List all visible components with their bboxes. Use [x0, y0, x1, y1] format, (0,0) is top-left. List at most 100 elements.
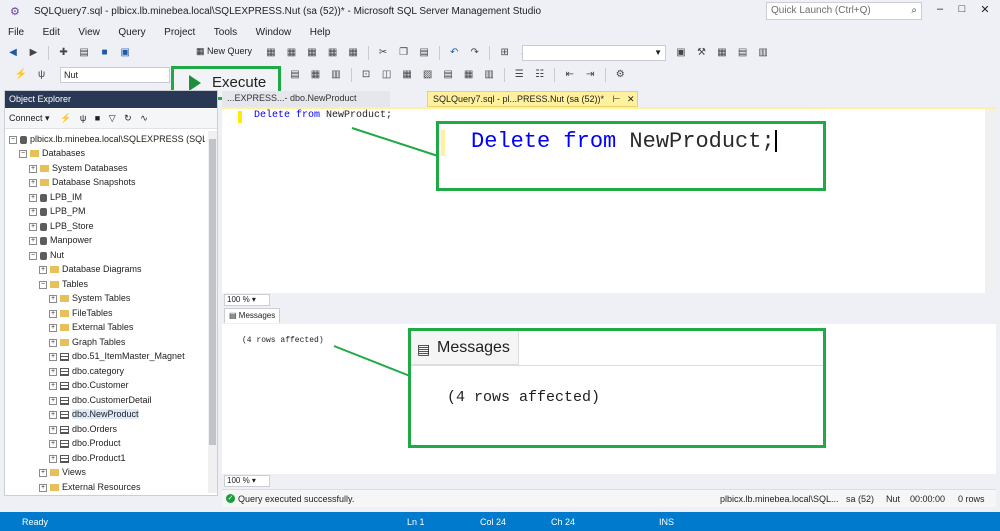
expand-icon[interactable]: +: [49, 439, 57, 448]
expand-icon[interactable]: +: [49, 396, 57, 405]
decrease-indent-icon[interactable]: ⇤: [563, 68, 577, 82]
expand-icon[interactable]: +: [49, 367, 57, 376]
cut-icon[interactable]: ✂: [376, 46, 390, 60]
results-to-text-icon[interactable]: ▤: [288, 68, 302, 82]
database-dropdown[interactable]: Nut: [60, 67, 170, 83]
new-project-icon[interactable]: ✚: [57, 46, 71, 60]
save-all-icon[interactable]: ▣: [118, 46, 132, 60]
tree-node-nut[interactable]: − Nut: [29, 248, 64, 262]
tab-sqlquery7[interactable]: SQLQuery7.sql - pl...PRESS.Nut (sa (52))…: [427, 91, 638, 107]
collapse-icon[interactable]: −: [19, 149, 27, 158]
expand-icon[interactable]: +: [49, 454, 57, 463]
results-file-icon[interactable]: ▥: [482, 68, 496, 82]
tree-node-server[interactable]: − plbicx.lb.minebea.local\SQLEXPRESS (SQL: [9, 132, 205, 146]
wrench-icon[interactable]: ⚒: [695, 46, 709, 60]
menu-tools[interactable]: Tools: [206, 24, 245, 38]
intellisense-icon[interactable]: ◫: [380, 68, 394, 82]
tree-node-table[interactable]: + dbo.Product: [49, 436, 121, 450]
save-icon[interactable]: ■: [98, 46, 112, 60]
menu-file[interactable]: File: [0, 24, 32, 38]
comment-icon[interactable]: ☰: [512, 68, 526, 82]
stop-icon[interactable]: ■: [95, 113, 100, 123]
expand-icon[interactable]: +: [49, 294, 57, 303]
disconnect-icon[interactable]: ψ: [35, 68, 49, 82]
menu-help[interactable]: Help: [302, 24, 339, 38]
results-zoom-dropdown[interactable]: 100 % ▾: [224, 475, 270, 487]
expand-icon[interactable]: +: [49, 425, 57, 434]
registered-servers-icon[interactable]: ▤: [736, 46, 750, 60]
template-explorer-icon[interactable]: ▥: [756, 46, 770, 60]
connect-icon[interactable]: ⚡: [60, 113, 71, 123]
forward-icon[interactable]: ▶: [27, 46, 41, 60]
tree-node-system-databases[interactable]: + System Databases: [29, 161, 128, 175]
copy-icon[interactable]: ❐: [397, 46, 411, 60]
disconnect-icon[interactable]: ψ: [80, 113, 86, 123]
client-stats-icon[interactable]: ▧: [421, 68, 435, 82]
quick-launch-input[interactable]: Quick Launch (Ctrl+Q) ⌕: [766, 2, 922, 20]
filter-icon[interactable]: ▽: [109, 113, 116, 123]
tab-newproduct[interactable]: ...EXPRESS...- dbo.NewProduct: [222, 91, 390, 107]
dmx-query-icon[interactable]: ▦: [305, 46, 319, 60]
mdx-query-icon[interactable]: ▦: [285, 46, 299, 60]
undo-icon[interactable]: ↶: [447, 46, 461, 60]
minimize-button[interactable]: –: [930, 3, 950, 15]
menu-query[interactable]: Query: [110, 24, 153, 38]
activity-icon[interactable]: ∿: [140, 113, 148, 123]
object-explorer-scrollbar[interactable]: [208, 131, 217, 493]
collapse-icon[interactable]: −: [29, 251, 37, 260]
expand-icon[interactable]: +: [49, 338, 57, 347]
tree-node-manpower[interactable]: + Manpower: [29, 233, 92, 247]
expand-icon[interactable]: +: [29, 178, 37, 187]
collapse-icon[interactable]: −: [39, 280, 47, 289]
expand-icon[interactable]: +: [39, 265, 47, 274]
tree-node-lpb-im[interactable]: + LPB_IM: [29, 190, 82, 204]
expand-icon[interactable]: +: [29, 193, 37, 202]
activity-monitor-icon[interactable]: ⊞: [498, 46, 512, 60]
tree-node-lpb-store[interactable]: + LPB_Store: [29, 219, 94, 233]
collapse-icon[interactable]: −: [9, 135, 17, 144]
results-to-file-icon[interactable]: ▥: [329, 68, 343, 82]
expand-icon[interactable]: +: [39, 483, 47, 492]
expand-icon[interactable]: +: [49, 381, 57, 390]
paste-icon[interactable]: ▤: [417, 46, 431, 60]
redo-icon[interactable]: ↷: [468, 46, 482, 60]
tree-node-table[interactable]: + dbo.Orders: [49, 422, 117, 436]
maximize-button[interactable]: □: [952, 3, 972, 15]
dax-query-icon[interactable]: ▦: [346, 46, 360, 60]
specify-values-icon[interactable]: ⚙: [613, 68, 627, 82]
tree-node-external-tables[interactable]: + External Tables: [49, 320, 133, 334]
tree-node-table[interactable]: + dbo.51_ItemMaster_Magnet: [49, 349, 185, 363]
results-grid-icon[interactable]: ▦: [462, 68, 476, 82]
tree-node-snapshots[interactable]: + Database Snapshots: [29, 175, 136, 189]
tree-node-tables[interactable]: − Tables: [39, 277, 88, 291]
expand-icon[interactable]: +: [49, 323, 57, 332]
expand-icon[interactable]: +: [49, 309, 57, 318]
expand-icon[interactable]: +: [29, 207, 37, 216]
editor-zoom-dropdown[interactable]: 100 % ▾: [224, 294, 270, 306]
tree-node-table[interactable]: + dbo.Product1: [49, 451, 126, 465]
expand-icon[interactable]: +: [29, 164, 37, 173]
menu-window[interactable]: Window: [248, 24, 300, 38]
tree-node-table[interactable]: + dbo.Customer: [49, 378, 129, 392]
increase-indent-icon[interactable]: ⇥: [583, 68, 597, 82]
uncomment-icon[interactable]: ☷: [533, 68, 547, 82]
connect-icon[interactable]: ⚡: [14, 68, 28, 82]
expand-icon[interactable]: +: [39, 468, 47, 477]
properties-icon[interactable]: ▣: [674, 46, 688, 60]
tree-node-table[interactable]: + dbo.CustomerDetail: [49, 393, 152, 407]
toolbox-icon[interactable]: ▦: [715, 46, 729, 60]
db-engine-query-icon[interactable]: ▦: [264, 46, 278, 60]
back-icon[interactable]: ◀: [6, 46, 20, 60]
expand-icon[interactable]: +: [49, 410, 57, 419]
tab-messages[interactable]: ▤ Messages: [224, 308, 281, 323]
query-options-icon[interactable]: ⊡: [359, 68, 373, 82]
include-plan-icon[interactable]: ▦: [400, 68, 414, 82]
close-tab-icon[interactable]: ✕: [627, 94, 635, 104]
tree-node-diagrams[interactable]: + Database Diagrams: [39, 262, 142, 276]
tree-node-filetables[interactable]: + FileTables: [49, 306, 113, 320]
new-query-button[interactable]: ▦ New Query: [196, 46, 252, 57]
solution-config-dropdown[interactable]: ▼: [522, 45, 666, 61]
pin-icon[interactable]: ⊢: [613, 94, 621, 104]
refresh-icon[interactable]: ↻: [124, 113, 132, 123]
expand-icon[interactable]: +: [29, 236, 37, 245]
